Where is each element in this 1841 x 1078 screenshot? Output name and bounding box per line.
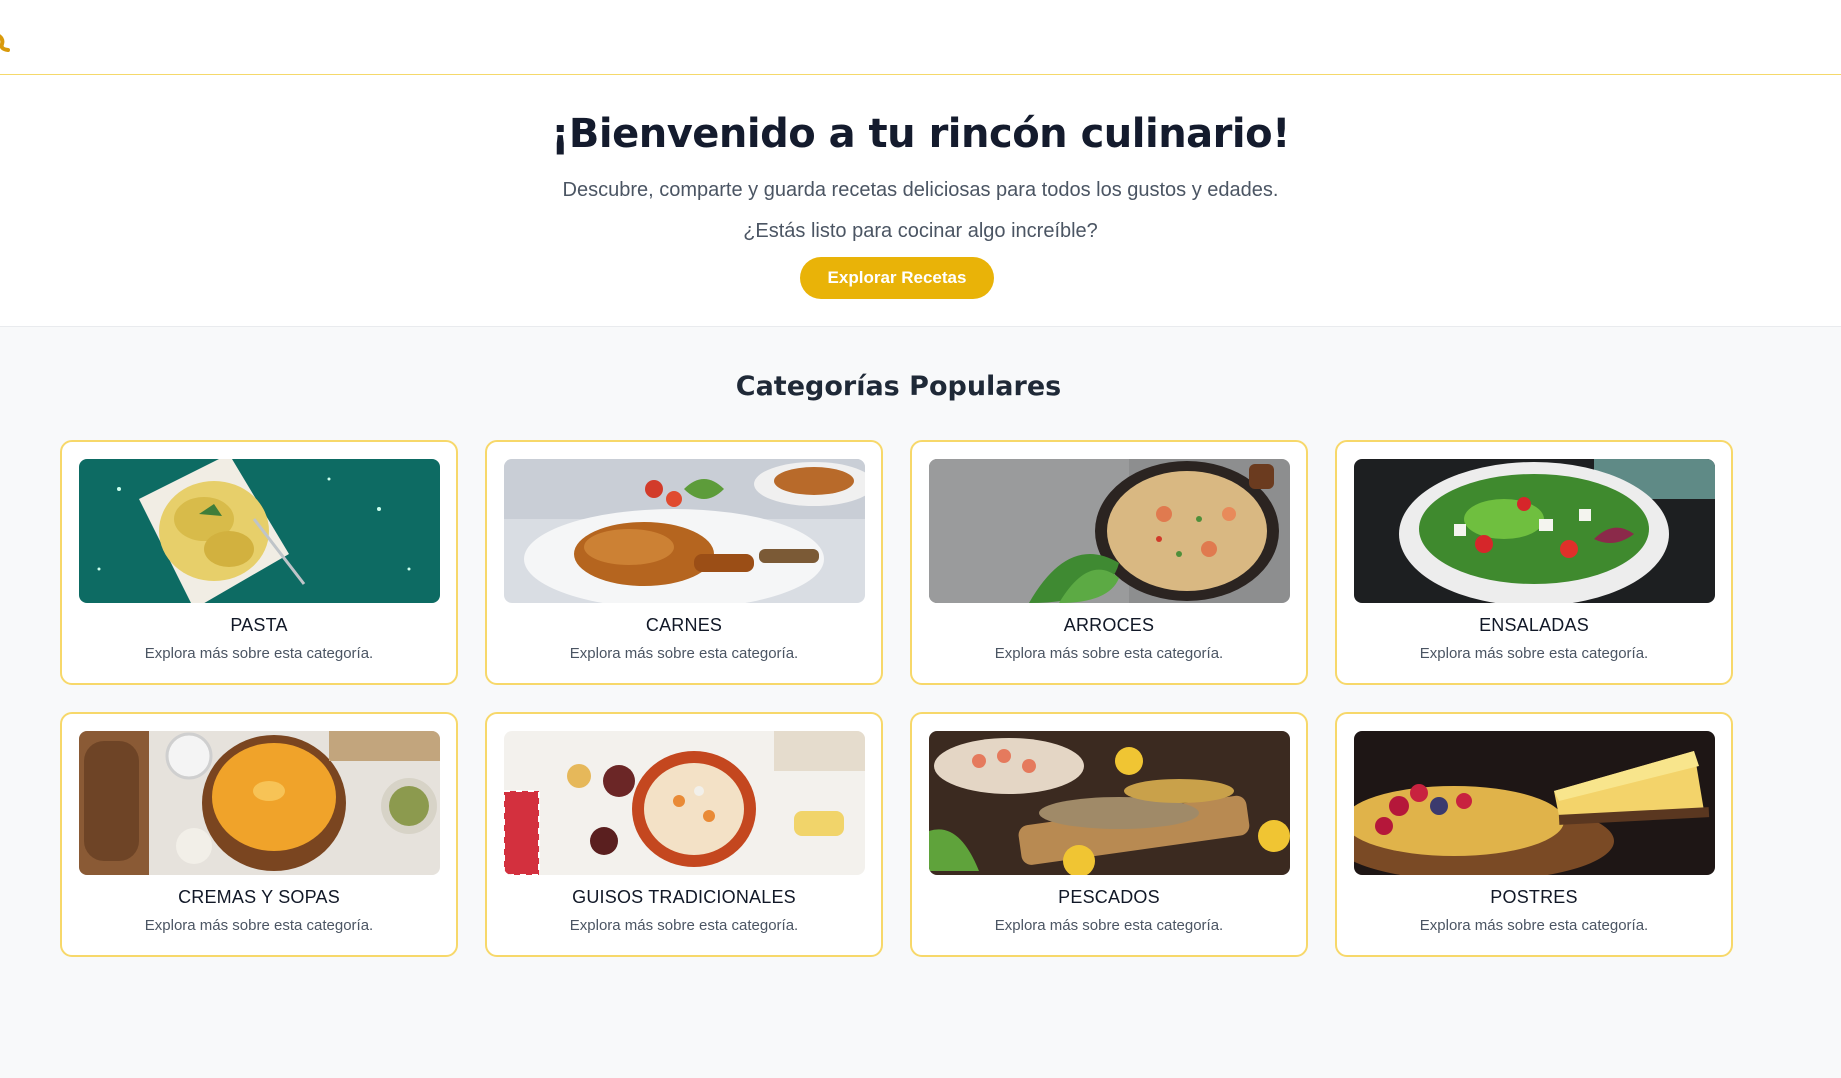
category-description: Explora más sobre esta categoría. <box>994 645 1224 662</box>
category-card-pasta[interactable]: PASTA Explora más sobre esta categoría. <box>60 440 458 685</box>
category-card-ensaladas[interactable]: ENSALADAS Explora más sobre esta categor… <box>1335 440 1733 685</box>
guisos-tradicionales-image <box>504 731 865 875</box>
category-name: POSTRES <box>1490 887 1578 907</box>
cremas-y-sopas-image <box>79 731 440 875</box>
hero-title: ¡Bienvenido a tu rincón culinario! <box>551 111 1290 157</box>
category-description: Explora más sobre esta categoría. <box>994 917 1224 934</box>
hero-question: ¿Estás listo para cocinar algo increíble… <box>743 220 1098 242</box>
postres-image <box>1354 731 1715 875</box>
category-card-arroces[interactable]: ARROCES Explora más sobre esta categoría… <box>910 440 1308 685</box>
category-name: ENSALADAS <box>1479 615 1589 635</box>
category-card-postres[interactable]: POSTRES Explora más sobre esta categoría… <box>1335 712 1733 957</box>
category-card-carnes[interactable]: CARNES Explora más sobre esta categoría. <box>485 440 883 685</box>
top-navbar <box>0 0 1841 75</box>
categories-grid: PASTA Explora más sobre esta categoría. … <box>60 440 1735 957</box>
category-name: ARROCES <box>1063 615 1155 635</box>
category-card-pescados[interactable]: PESCADOS Explora más sobre esta categorí… <box>910 712 1308 957</box>
category-name: CARNES <box>645 615 723 635</box>
hero-subtitle: Descubre, comparte y guarda recetas deli… <box>562 179 1279 201</box>
arroces-image <box>929 459 1290 603</box>
category-description: Explora más sobre esta categoría. <box>144 917 374 934</box>
ensaladas-image <box>1354 459 1715 603</box>
hero-section: ¡Bienvenido a tu rincón culinario! Descu… <box>0 75 1841 327</box>
category-name: PESCADOS <box>1058 887 1160 907</box>
category-description: Explora más sobre esta categoría. <box>1419 917 1649 934</box>
popular-categories-title: Categorías Populares <box>735 371 1062 402</box>
chef-hat-icon[interactable] <box>0 30 12 52</box>
category-card-guisos-tradicionales[interactable]: GUISOS TRADICIONALES Explora más sobre e… <box>485 712 883 957</box>
category-name: PASTA <box>230 615 288 635</box>
category-description: Explora más sobre esta categoría. <box>1419 645 1649 662</box>
pasta-image <box>79 459 440 603</box>
carnes-image <box>504 459 865 603</box>
pescados-image <box>929 731 1290 875</box>
category-card-cremas-y-sopas[interactable]: CREMAS Y SOPAS Explora más sobre esta ca… <box>60 712 458 957</box>
category-name: GUISOS TRADICIONALES <box>572 887 796 907</box>
category-description: Explora más sobre esta categoría. <box>569 645 799 662</box>
explore-recipes-button[interactable]: Explorar Recetas <box>800 257 994 299</box>
category-description: Explora más sobre esta categoría. <box>144 645 374 662</box>
category-name: CREMAS Y SOPAS <box>178 887 340 907</box>
category-description: Explora más sobre esta categoría. <box>569 917 799 934</box>
